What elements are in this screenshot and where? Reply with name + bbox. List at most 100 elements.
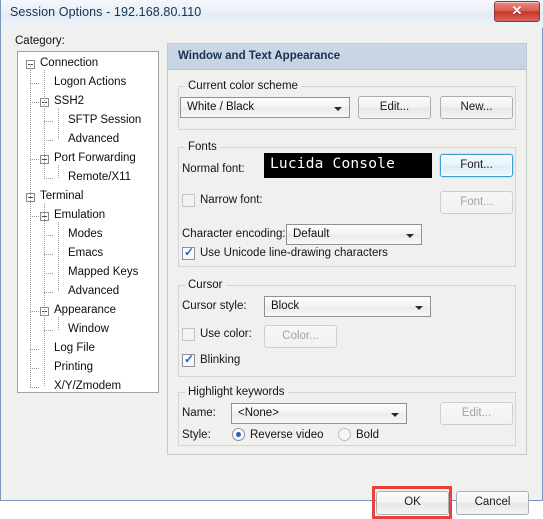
- tree-item-mapped-keys[interactable]: Mapped Keys: [18, 264, 158, 283]
- highlight-style-label: Style:: [182, 429, 211, 441]
- tree-guide-line: [44, 70, 45, 178]
- close-icon: ✕: [511, 3, 523, 18]
- tree-item-label: SFTP Session: [68, 114, 142, 126]
- character-encoding-value: Default: [293, 228, 330, 240]
- reverse-video-radio[interactable]: [232, 428, 245, 441]
- cursor-color-button: Color...: [264, 325, 337, 348]
- cursor-style-label: Cursor style:: [182, 300, 247, 312]
- unicode-line-drawing-label: Use Unicode line-drawing characters: [200, 247, 388, 259]
- bold-label: Bold: [356, 429, 380, 441]
- chevron-down-icon: [406, 234, 414, 238]
- tree-guide-line: [30, 311, 40, 312]
- blinking-checkbox[interactable]: ✓: [182, 352, 195, 367]
- tree-guide-line: [44, 140, 54, 141]
- pane-header-title: Window and Text Appearance: [178, 50, 341, 62]
- tree-guide-line: [58, 222, 59, 292]
- cancel-button[interactable]: Cancel: [456, 491, 529, 515]
- title-bar: Session Options - 192.168.80.110 ✕: [1, 0, 543, 28]
- tree-item-label: Modes: [68, 228, 103, 240]
- checkmark-icon: ✓: [184, 352, 195, 366]
- tree-item-window[interactable]: Window: [18, 321, 158, 340]
- tree-item-label: X/Y/Zmodem: [54, 380, 122, 392]
- narrow-font-checkbox[interactable]: [182, 194, 195, 207]
- tree-guide-line: [44, 273, 54, 274]
- bold-radio[interactable]: [338, 428, 351, 441]
- color-scheme-group-title: Current color scheme: [185, 80, 301, 92]
- normal-font-preview-text: Lucida Console: [270, 156, 396, 172]
- tree-item-terminal[interactable]: Terminal: [18, 188, 158, 207]
- tree-item-advanced[interactable]: Advanced: [18, 131, 158, 150]
- highlight-keywords-group-title: Highlight keywords: [185, 386, 288, 398]
- tree-item-label: Logon Actions: [54, 76, 127, 88]
- tree-guide-line: [58, 108, 59, 140]
- narrow-font-label: Narrow font:: [200, 194, 263, 206]
- tree-guide-line: [30, 216, 40, 217]
- tree-item-modes[interactable]: Modes: [18, 226, 158, 245]
- tree-guide-line: [44, 235, 54, 236]
- tree-item-label: Window: [68, 323, 109, 335]
- tree-item-label: Port Forwarding: [54, 152, 136, 164]
- highlight-edit-button: Edit...: [440, 402, 513, 425]
- cursor-style-value: Block: [271, 300, 300, 312]
- use-color-checkbox[interactable]: [182, 328, 195, 341]
- tree-item-label: Emulation: [54, 209, 106, 221]
- tree-item-label: Terminal: [40, 190, 84, 202]
- color-scheme-new-button[interactable]: New...: [440, 96, 513, 119]
- tree-item-x-y-zmodem[interactable]: X/Y/Zmodem: [18, 378, 158, 392]
- tree-item-sftp-session[interactable]: SFTP Session: [18, 112, 158, 131]
- tree-guide-line: [30, 102, 40, 103]
- tree-guide-line: [44, 203, 45, 387]
- tree-item-label: Log File: [54, 342, 95, 354]
- highlight-name-value: <None>: [238, 407, 279, 419]
- radio-dot-icon: [236, 432, 241, 437]
- checkmark-icon: ✓: [184, 245, 195, 259]
- tree-guide-line: [44, 121, 54, 122]
- tree-guide-line: [44, 330, 54, 331]
- tree-guide-line: [44, 254, 54, 255]
- tree-item-label: SSH2: [54, 95, 85, 107]
- normal-font-button[interactable]: Font...: [440, 154, 513, 177]
- highlight-name-label: Name:: [182, 407, 216, 419]
- pane-header: Window and Text Appearance: [168, 44, 526, 70]
- dialog-client-area: Category: Connection Logon Actions SSH2 SFT…: [1, 27, 542, 519]
- color-scheme-combobox[interactable]: White / Black: [180, 97, 350, 118]
- tree-guide-line: [30, 64, 31, 387]
- tree-item-advanced[interactable]: Advanced: [18, 283, 158, 302]
- color-scheme-edit-button[interactable]: Edit...: [358, 96, 431, 119]
- highlight-name-combobox[interactable]: <None>: [231, 403, 407, 424]
- tree-guide-line: [44, 292, 54, 293]
- character-encoding-combobox[interactable]: Default: [286, 224, 422, 245]
- chevron-down-icon: [334, 107, 342, 111]
- session-options-dialog: Session Options - 192.168.80.110 ✕ Categ…: [0, 0, 543, 519]
- close-button[interactable]: ✕: [494, 1, 540, 22]
- tree-guide-line: [44, 178, 54, 179]
- tree-item-label: Advanced: [68, 285, 120, 297]
- blinking-label: Blinking: [200, 354, 241, 366]
- tree-item-emacs[interactable]: Emacs: [18, 245, 158, 264]
- tree-item-remote-x11[interactable]: Remote/X11: [18, 169, 158, 188]
- tree-item-label: Appearance: [54, 304, 117, 316]
- tree-item-label: Remote/X11: [68, 171, 132, 183]
- use-color-label: Use color:: [200, 328, 252, 340]
- category-tree[interactable]: Connection Logon Actions SSH2 SFTP Session A…: [17, 51, 159, 393]
- fonts-group-title: Fonts: [185, 141, 220, 153]
- chevron-down-icon: [391, 413, 399, 417]
- character-encoding-label: Character encoding:: [182, 228, 286, 240]
- cursor-style-combobox[interactable]: Block: [264, 296, 431, 317]
- tree-guide-line: [30, 387, 40, 388]
- ok-button[interactable]: OK: [376, 491, 449, 515]
- tree-guide-line: [30, 368, 40, 369]
- tree-item-label: Advanced: [68, 133, 120, 145]
- tree-guide-line: [30, 159, 40, 160]
- unicode-line-drawing-checkbox[interactable]: ✓: [182, 245, 195, 260]
- cursor-group-title: Cursor: [185, 279, 226, 291]
- tree-item-label: Emacs: [68, 247, 104, 259]
- normal-font-preview: Lucida Console: [264, 153, 432, 178]
- tree-item-label: Printing: [54, 361, 93, 373]
- tree-guide-line: [58, 317, 59, 330]
- category-label: Category:: [15, 35, 65, 47]
- chevron-down-icon: [415, 306, 423, 310]
- tree-item-connection[interactable]: Connection: [18, 55, 158, 74]
- reverse-video-label: Reverse video: [250, 429, 324, 441]
- tree-guide-line: [30, 83, 40, 84]
